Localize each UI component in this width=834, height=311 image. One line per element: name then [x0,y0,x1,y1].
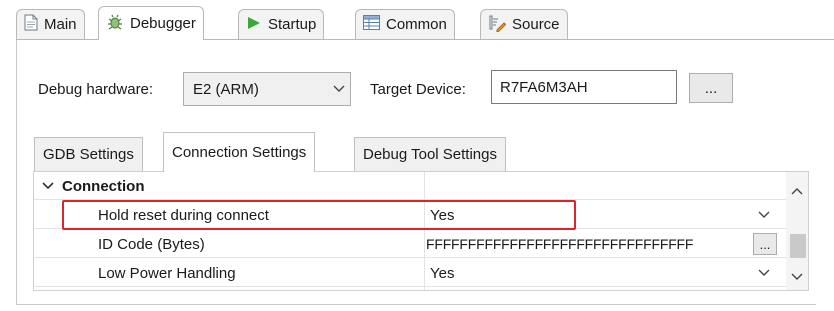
scroll-down-icon[interactable] [791,268,803,285]
tab-connection-settings-label: Connection Settings [172,144,307,161]
table-row[interactable]: Low Power Handling Yes [34,259,786,287]
table-row[interactable]: Hold reset during connect Yes [34,201,786,229]
properties-table: Connection Hold reset during connect Yes… [33,171,809,291]
table-icon [363,15,380,34]
browse-device-button[interactable]: ... [689,73,733,103]
scroll-up-icon[interactable] [791,182,803,199]
tab-source-label: Source [512,16,560,33]
chevron-down-icon[interactable] [42,172,54,200]
run-icon [246,15,262,35]
debug-hardware-label: Debug hardware: [38,81,154,98]
chevron-down-icon[interactable] [758,259,770,287]
browse-device-button-label: ... [704,79,718,97]
tab-common-label: Common [386,16,447,33]
target-device-field[interactable]: R7FA6M3AH [491,70,677,104]
tab-gdb-settings-label: GDB Settings [43,146,134,163]
tab-main[interactable]: Main [16,9,85,39]
row-value[interactable]: Yes [430,201,454,229]
row-name: Hold reset during connect [98,206,269,224]
tab-gdb-settings[interactable]: GDB Settings [34,137,143,171]
tab-main-label: Main [44,16,77,33]
bug-icon [106,13,124,35]
row-name: ID Code (Bytes) [98,235,205,253]
tab-debugger-label: Debugger [130,15,196,32]
row-value[interactable]: Yes [430,259,454,287]
tab-debug-tool-settings[interactable]: Debug Tool Settings [354,137,506,171]
debug-hardware-value: E2 (ARM) [193,80,259,98]
group-label: Connection [62,177,145,195]
document-icon [24,14,38,35]
edit-id-code-button-label: ... [759,236,771,252]
edit-id-code-button[interactable]: ... [753,233,777,255]
chevron-down-icon [328,85,350,93]
target-device-value: R7FA6M3AH [500,78,588,96]
table-row[interactable]: ID Code (Bytes) FFFFFFFFFFFFFFFFFFFFFFFF… [34,230,786,258]
tab-debugger[interactable]: Debugger [98,6,204,40]
scrollbar-thumb[interactable] [790,234,806,258]
tab-source[interactable]: Source [480,9,568,39]
tab-connection-settings[interactable]: Connection Settings [163,132,316,172]
row-value[interactable]: FFFFFFFFFFFFFFFFFFFFFFFFFFFFFFFF [426,230,693,258]
row-name: Low Power Handling [98,264,236,282]
chevron-down-icon[interactable] [758,201,770,229]
tab-debug-tool-settings-label: Debug Tool Settings [363,146,497,163]
source-icon [488,14,507,36]
tab-common[interactable]: Common [355,9,455,39]
tab-startup-label: Startup [268,16,317,33]
vertical-scrollbar[interactable] [786,172,808,290]
target-device-label: Target Device: [370,81,466,98]
table-group-row[interactable]: Connection [34,172,786,200]
tab-startup[interactable]: Startup [238,9,325,39]
debug-hardware-select[interactable]: E2 (ARM) [183,72,351,106]
